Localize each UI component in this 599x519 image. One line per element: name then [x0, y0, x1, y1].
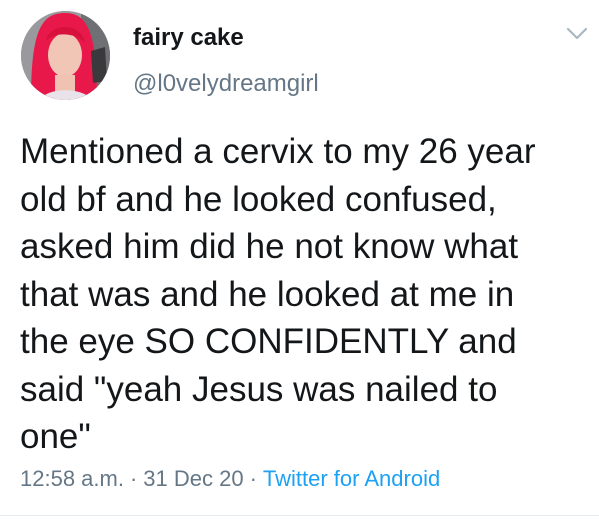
- tweet-metadata: 12:58 a.m. · 31 Dec 20 · Twitter for Android: [20, 465, 440, 493]
- tweet-text-line: asked him did he not know what: [20, 227, 519, 266]
- tweet-date[interactable]: 31 Dec 20: [143, 466, 243, 491]
- tweet-text-line: the eye SO CONFIDENTLY and: [20, 322, 517, 361]
- tweet-card: fairy cake @l0velydreamgirl Mentioned a …: [0, 0, 599, 519]
- chevron-down-icon[interactable]: [566, 27, 588, 41]
- avatar[interactable]: [21, 11, 110, 100]
- tweet-text-line: Mentioned a cervix to my 26 year: [20, 132, 536, 171]
- tweet-source-link[interactable]: Twitter for Android: [263, 466, 440, 491]
- author-info: fairy cake @l0velydreamgirl: [133, 24, 319, 98]
- user-handle[interactable]: @l0velydreamgirl: [133, 70, 319, 98]
- meta-separator: ·: [129, 466, 138, 491]
- tweet-text-line: said "yeah Jesus was nailed to: [20, 369, 498, 409]
- tweet-text-line: one": [20, 417, 91, 456]
- tweet-text-line: old bf and he looked confused,: [20, 179, 497, 219]
- meta-separator: ·: [249, 466, 257, 491]
- divider: [0, 515, 599, 516]
- tweet-time[interactable]: 12:58 a.m.: [20, 466, 124, 491]
- tweet-text-line: that was and he looked at me in: [20, 274, 515, 314]
- tweet-text: Mentioned a cervix to my 26 year old bf …: [20, 128, 585, 461]
- display-name[interactable]: fairy cake: [133, 24, 319, 52]
- avatar-image: [21, 11, 110, 100]
